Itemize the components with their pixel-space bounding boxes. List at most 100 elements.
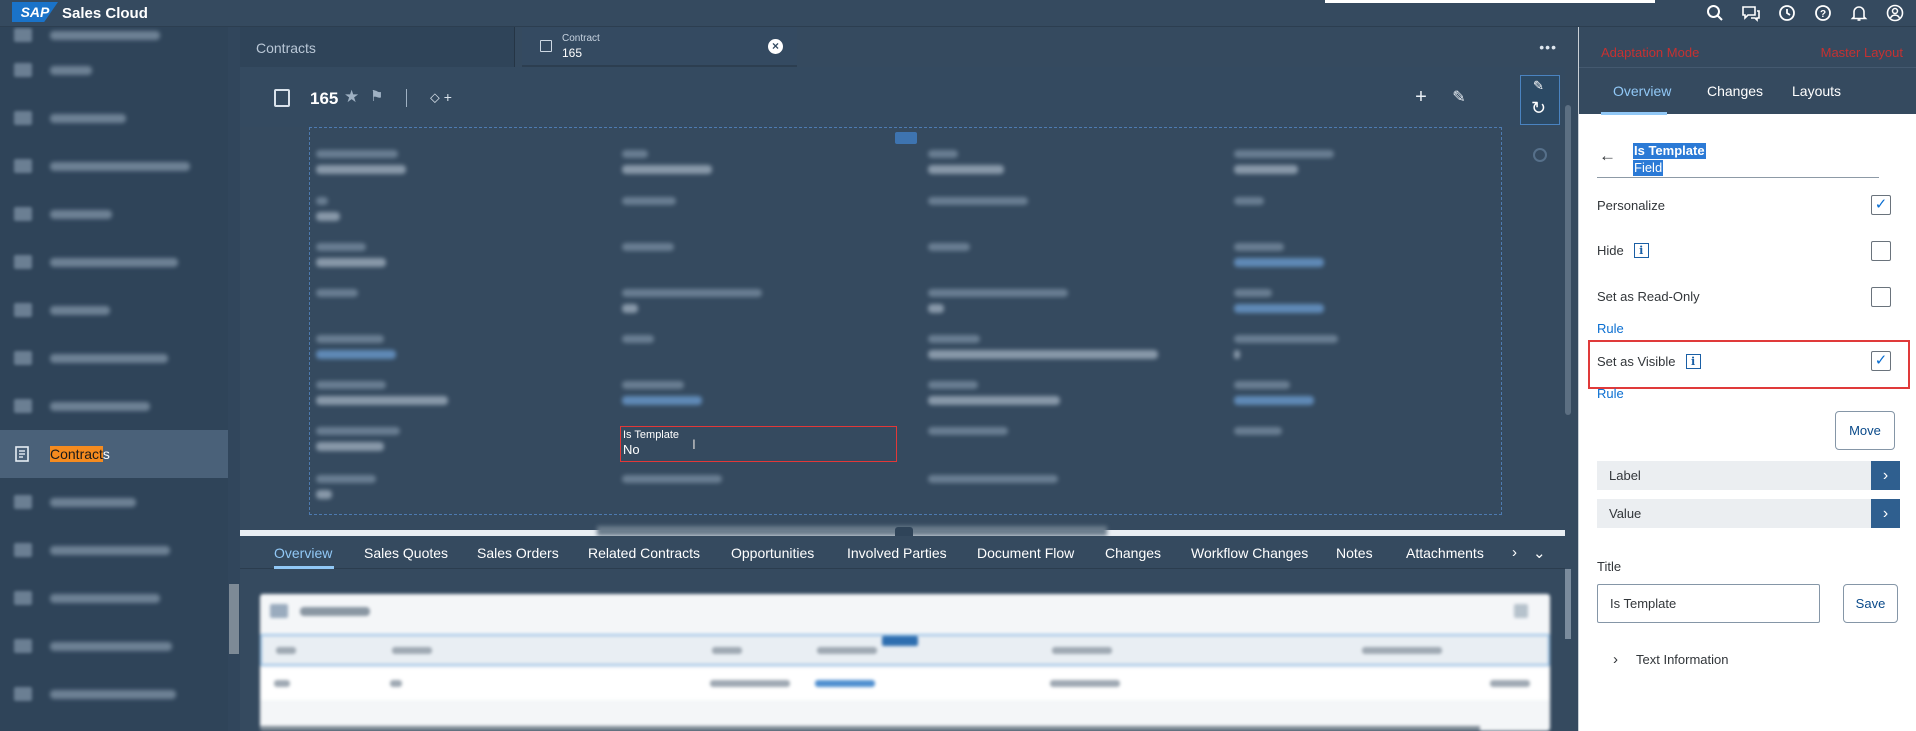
title-input[interactable]: Is Template (1597, 584, 1820, 623)
hide-checkbox[interactable] (1871, 241, 1891, 261)
facet-tab-sales-orders[interactable]: Sales Orders (477, 545, 559, 561)
nav-item[interactable] (0, 50, 228, 90)
facet-tab-changes[interactable]: Changes (1105, 545, 1161, 561)
left-navigation-scroll-thumb[interactable] (229, 584, 239, 654)
facet-tab-notes[interactable]: Notes (1336, 545, 1373, 561)
splitter-handle[interactable] (597, 526, 1107, 536)
left-navigation: Contracts (0, 27, 228, 731)
adaptation-mode-label: Adaptation Mode (1601, 45, 1700, 60)
is-template-field[interactable]: Is Template No (620, 426, 897, 462)
text-cursor: I (692, 436, 696, 452)
visible-label: Set as Visible (1597, 354, 1676, 369)
value-expander[interactable]: Value › (1597, 499, 1900, 528)
text-information-label: Text Information (1636, 652, 1729, 667)
label-expander[interactable]: Label › (1597, 461, 1900, 490)
shell-bar: SAP Sales Cloud ? (0, 0, 1916, 27)
facet-tab-related-contracts[interactable]: Related Contracts (588, 545, 700, 561)
nav-item[interactable] (0, 242, 228, 282)
tab-contract-id: 165 (562, 46, 583, 60)
tab-contracts[interactable]: Contracts (240, 27, 515, 67)
chevron-right-icon: › (1613, 651, 1618, 668)
tag-icon: ⬦ (430, 89, 440, 105)
contract-icon (274, 89, 290, 107)
field-value: No (623, 442, 640, 457)
save-button[interactable]: Save (1843, 584, 1898, 623)
contract-icon (540, 40, 552, 52)
sap-logo[interactable]: SAP (12, 2, 58, 22)
master-layout-label[interactable]: Master Layout (1821, 45, 1903, 60)
nav-item[interactable] (0, 290, 228, 330)
items-scrollbar[interactable] (1565, 569, 1571, 639)
star-icon[interactable]: ★ (344, 87, 359, 107)
facet-tab-sales-quotes[interactable]: Sales Quotes (364, 545, 448, 561)
divider (1597, 177, 1879, 178)
facet-tab-overview[interactable]: Overview (274, 545, 332, 561)
more-icon[interactable]: ••• (1539, 39, 1557, 55)
edit-icon[interactable]: ✎ (1445, 83, 1473, 111)
personalize-checkbox[interactable]: ✓ (1871, 195, 1891, 215)
nav-item[interactable] (0, 482, 228, 522)
nav-item-contracts[interactable]: Contracts (0, 430, 228, 478)
nav-item-label: Contracts (50, 446, 110, 462)
nav-item[interactable] (0, 578, 228, 618)
nav-item-icon (14, 687, 32, 701)
section-edit-icon[interactable] (895, 132, 917, 144)
add-tag-button[interactable]: ⬦ + (430, 89, 452, 106)
nav-item[interactable] (0, 626, 228, 666)
general-fields-panel: Is Template No (240, 127, 1565, 530)
nav-item-icon (14, 207, 32, 221)
read-only-label: Set as Read-Only (1597, 289, 1700, 304)
nav-item[interactable] (0, 194, 228, 234)
help-icon[interactable]: ? (1812, 2, 1834, 24)
text-information-toggle[interactable]: › Text Information (1613, 651, 1729, 668)
info-icon[interactable]: i (1633, 243, 1649, 258)
value-expander-text: Value (1609, 506, 1642, 521)
content-scrollbar[interactable] (1565, 105, 1571, 415)
title-label: Title (1597, 559, 1622, 574)
facet-tab-attachments[interactable]: Attachments (1406, 545, 1484, 561)
read-only-checkbox[interactable] (1871, 287, 1891, 307)
nav-item[interactable] (0, 98, 228, 138)
adaptation-header: Adaptation Mode Master Layout (1579, 27, 1916, 67)
nav-item-icon (14, 351, 32, 365)
nav-item[interactable] (0, 530, 228, 570)
back-arrow-icon[interactable]: ← (1599, 146, 1616, 166)
move-button[interactable]: Move (1835, 411, 1895, 450)
info-icon[interactable]: i (1685, 354, 1701, 369)
chevron-right-icon[interactable]: › (1512, 544, 1517, 561)
tab-layouts[interactable]: Layouts (1792, 83, 1841, 99)
nav-item[interactable] (0, 386, 228, 426)
nav-item[interactable] (0, 338, 228, 378)
search-icon[interactable] (1704, 2, 1726, 24)
nav-item[interactable] (0, 146, 228, 186)
facet-tab-opportunities[interactable]: Opportunities (731, 545, 814, 561)
visible-checkbox[interactable]: ✓ (1871, 351, 1891, 371)
visible-rule-link[interactable]: Rule (1597, 386, 1624, 401)
flag-icon[interactable]: ⚑ (370, 87, 383, 105)
nav-item-icon (14, 28, 32, 42)
close-icon[interactable]: × (768, 39, 783, 54)
chevron-down-icon[interactable]: ⌄ (1533, 544, 1546, 562)
settings-icon[interactable] (1533, 148, 1547, 162)
read-only-rule-link[interactable]: Rule (1597, 321, 1624, 336)
search-field[interactable] (1325, 0, 1655, 3)
app-title: Sales Cloud (62, 5, 148, 22)
facet-tab-involved-parties[interactable]: Involved Parties (847, 545, 947, 561)
facet-tab-document-flow[interactable]: Document Flow (977, 545, 1074, 561)
refresh-icon[interactable]: ↻ (1531, 98, 1546, 119)
facet-tab-workflow-changes[interactable]: Workflow Changes (1191, 545, 1308, 561)
tab-changes[interactable]: Changes (1707, 83, 1763, 99)
add-icon[interactable]: + (1407, 83, 1435, 111)
tab-contract-165[interactable]: Contract 165 × (522, 27, 797, 67)
tab-overview[interactable]: Overview (1613, 83, 1671, 99)
history-icon[interactable] (1776, 2, 1798, 24)
divider (406, 89, 407, 107)
nav-item[interactable] (0, 674, 228, 714)
adaptation-tabs: Overview Changes Layouts (1579, 67, 1916, 115)
notifications-icon[interactable] (1848, 2, 1870, 24)
selected-field-title: Is Template Field (1633, 143, 1706, 176)
adapt-toggle[interactable]: ✎ ↻ (1520, 75, 1560, 125)
chat-icon[interactable] (1740, 2, 1762, 24)
facet-tabs: Overview Sales Quotes Sales Orders Relat… (240, 536, 1565, 569)
user-icon[interactable] (1884, 2, 1906, 24)
